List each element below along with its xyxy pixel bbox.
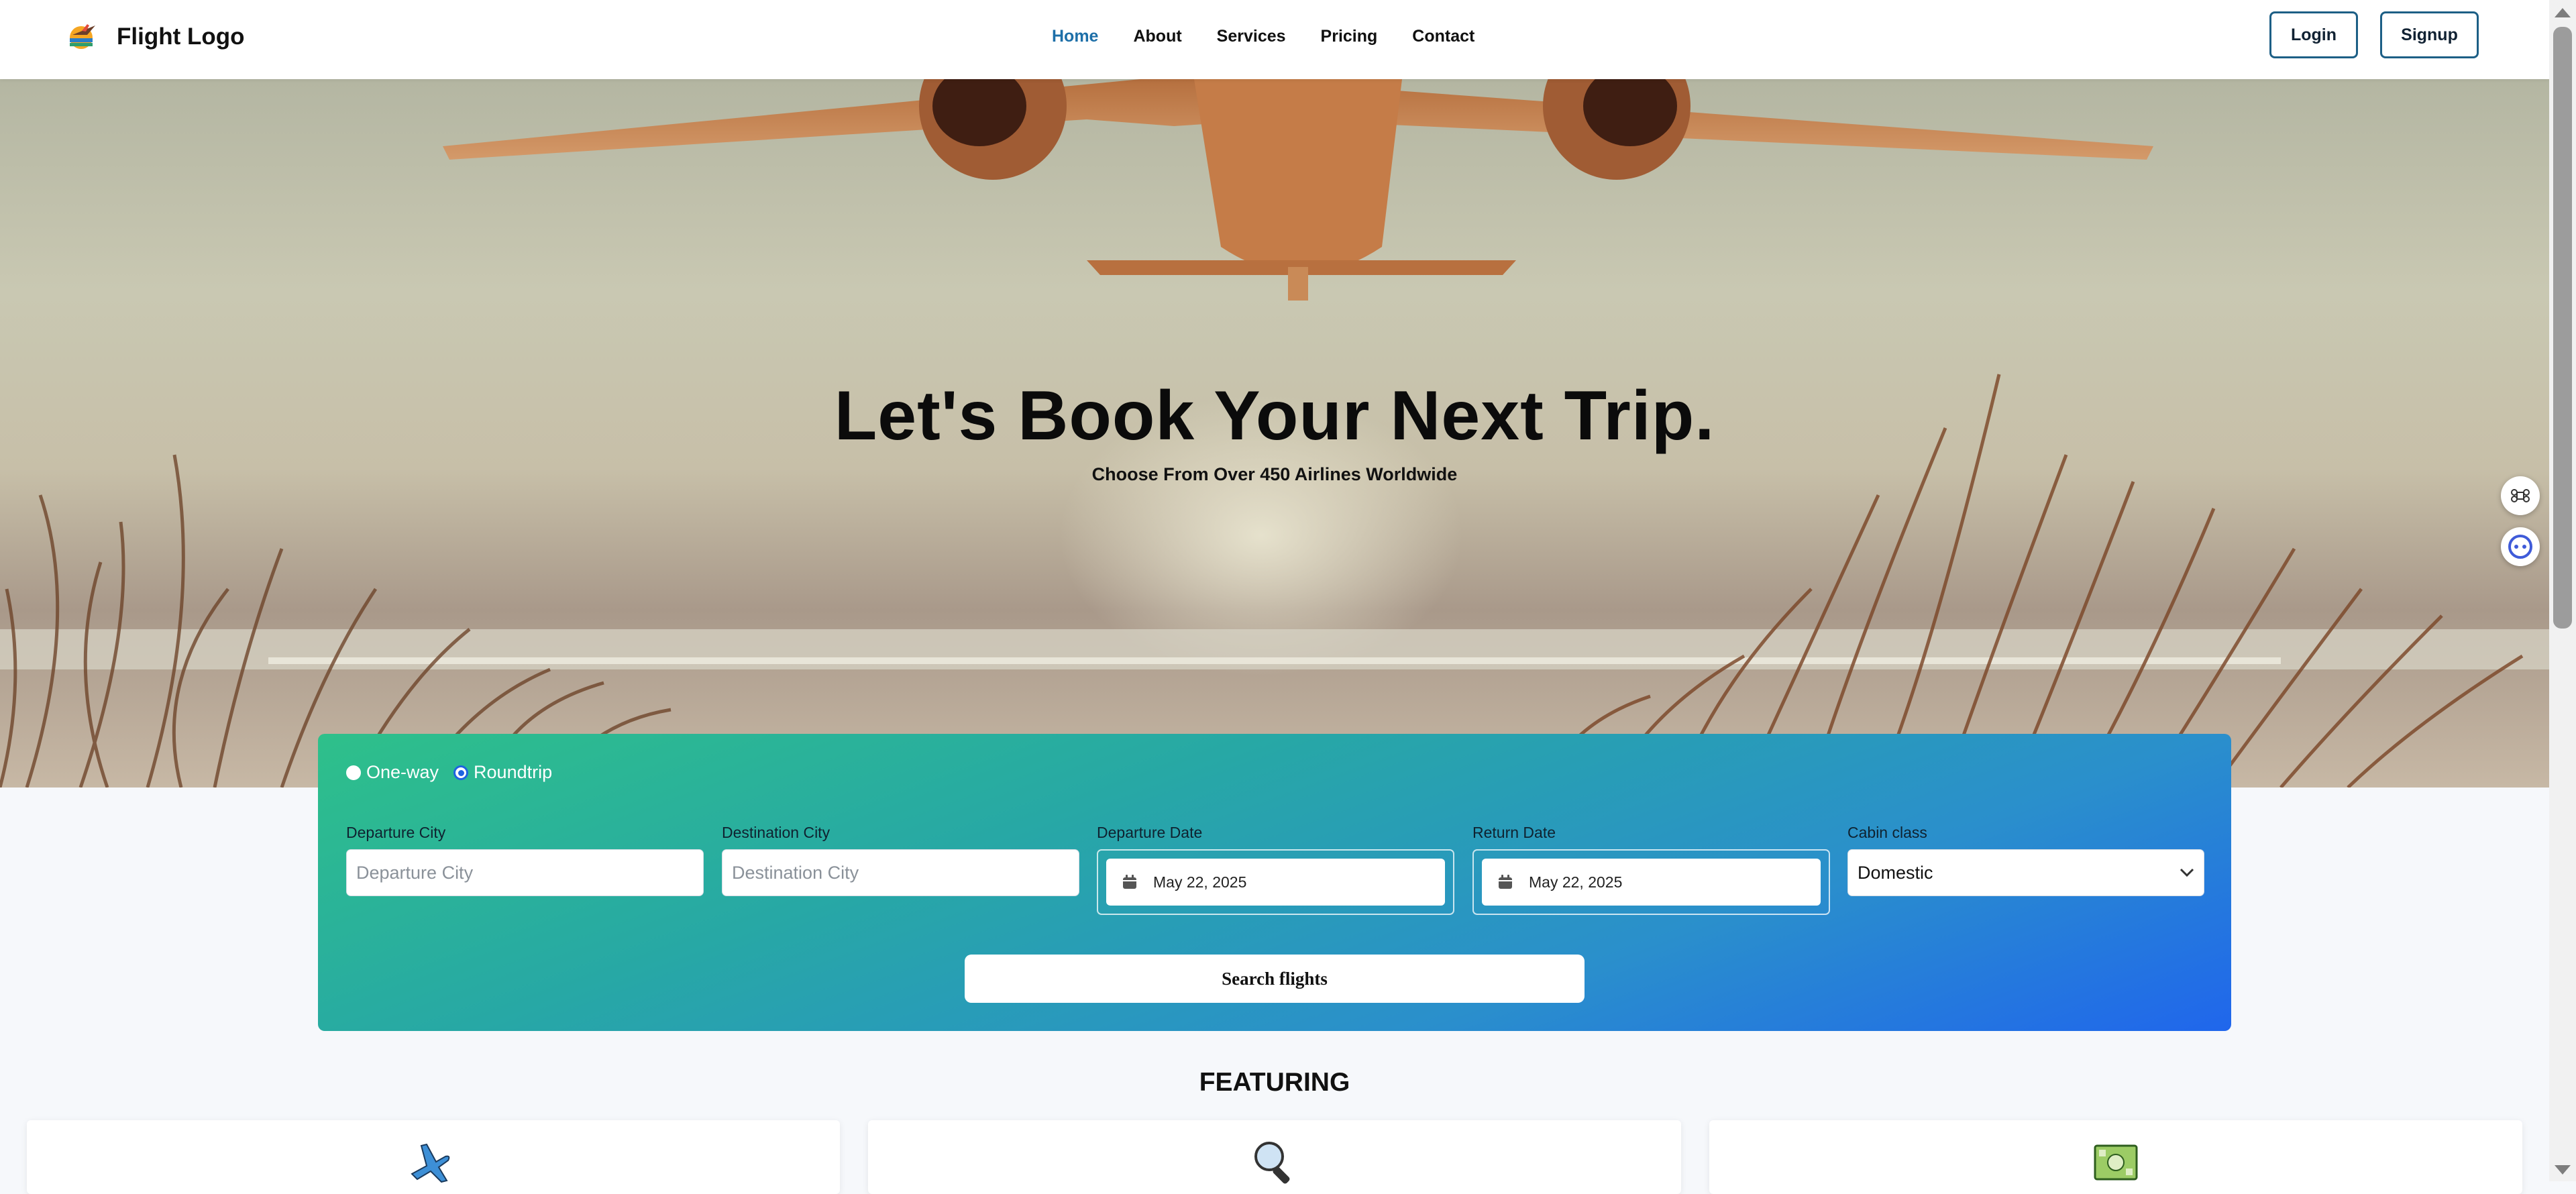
nav-pricing[interactable]: Pricing (1321, 27, 1378, 46)
destination-city-label: Destination City (722, 824, 830, 841)
plane-logo-icon (70, 24, 95, 49)
return-date-label: Return Date (1472, 824, 1556, 841)
return-date-field: May 22, 2025 (1472, 849, 1830, 915)
site-header: Flight Logo Home About Services Pricing … (0, 0, 2549, 79)
hero-section: Let's Book Your Next Trip. Choose From O… (0, 79, 2549, 788)
return-date-value: May 22, 2025 (1529, 873, 1623, 891)
page-scrollbar[interactable] (2549, 0, 2576, 1181)
departure-city-input[interactable] (346, 849, 704, 896)
calendar-icon (1123, 875, 1136, 889)
command-icon (2511, 488, 2530, 503)
hero-subtitle: Choose From Over 450 Airlines Worldwide (1091, 464, 1458, 484)
trip-type-selector: One-way Roundtrip (346, 762, 567, 783)
feature-card[interactable] (868, 1120, 1681, 1194)
chevron-down-icon (2180, 868, 2194, 877)
assistant-widget-button[interactable] (2501, 527, 2540, 566)
scroll-up-arrow-icon[interactable] (2555, 8, 2571, 17)
hero-title: Let's Book Your Next Trip. (834, 377, 1715, 455)
nav-home[interactable]: Home (1052, 27, 1098, 46)
login-button[interactable]: Login (2269, 11, 2358, 58)
return-date-picker[interactable]: May 22, 2025 (1482, 859, 1821, 906)
cabin-class-select[interactable]: Domestic (1847, 849, 2204, 896)
command-widget-button[interactable] (2501, 476, 2540, 515)
signup-button[interactable]: Signup (2380, 11, 2479, 58)
scroll-down-arrow-icon[interactable] (2555, 1165, 2571, 1175)
calendar-icon (1499, 875, 1512, 889)
radio-roundtrip[interactable] (453, 765, 469, 780)
nav-contact[interactable]: Contact (1412, 27, 1474, 46)
logo-text: Flight Logo (117, 23, 245, 50)
feature-card[interactable] (1709, 1120, 2522, 1194)
departure-date-label: Departure Date (1097, 824, 1203, 841)
flight-search-panel: One-way Roundtrip Departure City Destina… (318, 734, 2231, 1031)
cabin-class-label: Cabin class (1847, 824, 1927, 841)
nav-services[interactable]: Services (1217, 27, 1286, 46)
magnifier-icon (1254, 1142, 1290, 1184)
departure-date-value: May 22, 2025 (1153, 873, 1247, 891)
departure-city-label: Departure City (346, 824, 446, 841)
departure-date-field: May 22, 2025 (1097, 849, 1454, 915)
featuring-title: FEATURING (1199, 1068, 1350, 1097)
airplane-illustration (443, 79, 2153, 301)
scrollbar-thumb[interactable] (2553, 27, 2572, 629)
destination-city-input[interactable] (722, 849, 1079, 896)
search-flights-button[interactable]: Search flights (965, 955, 1585, 1003)
money-icon (2094, 1144, 2138, 1181)
airplane-icon (411, 1143, 450, 1183)
radio-roundtrip-label[interactable]: Roundtrip (474, 762, 552, 783)
radio-one-way-label[interactable]: One-way (366, 762, 439, 783)
feature-card[interactable] (27, 1120, 840, 1194)
assistant-icon (2508, 535, 2532, 559)
radio-one-way[interactable] (346, 765, 361, 780)
nav-about[interactable]: About (1133, 27, 1181, 46)
cabin-class-value: Domestic (1858, 862, 1933, 883)
main-nav: Home About Services Pricing Contact (1052, 27, 1509, 46)
brand-logo[interactable]: Flight Logo (67, 21, 244, 52)
departure-date-picker[interactable]: May 22, 2025 (1106, 859, 1445, 906)
